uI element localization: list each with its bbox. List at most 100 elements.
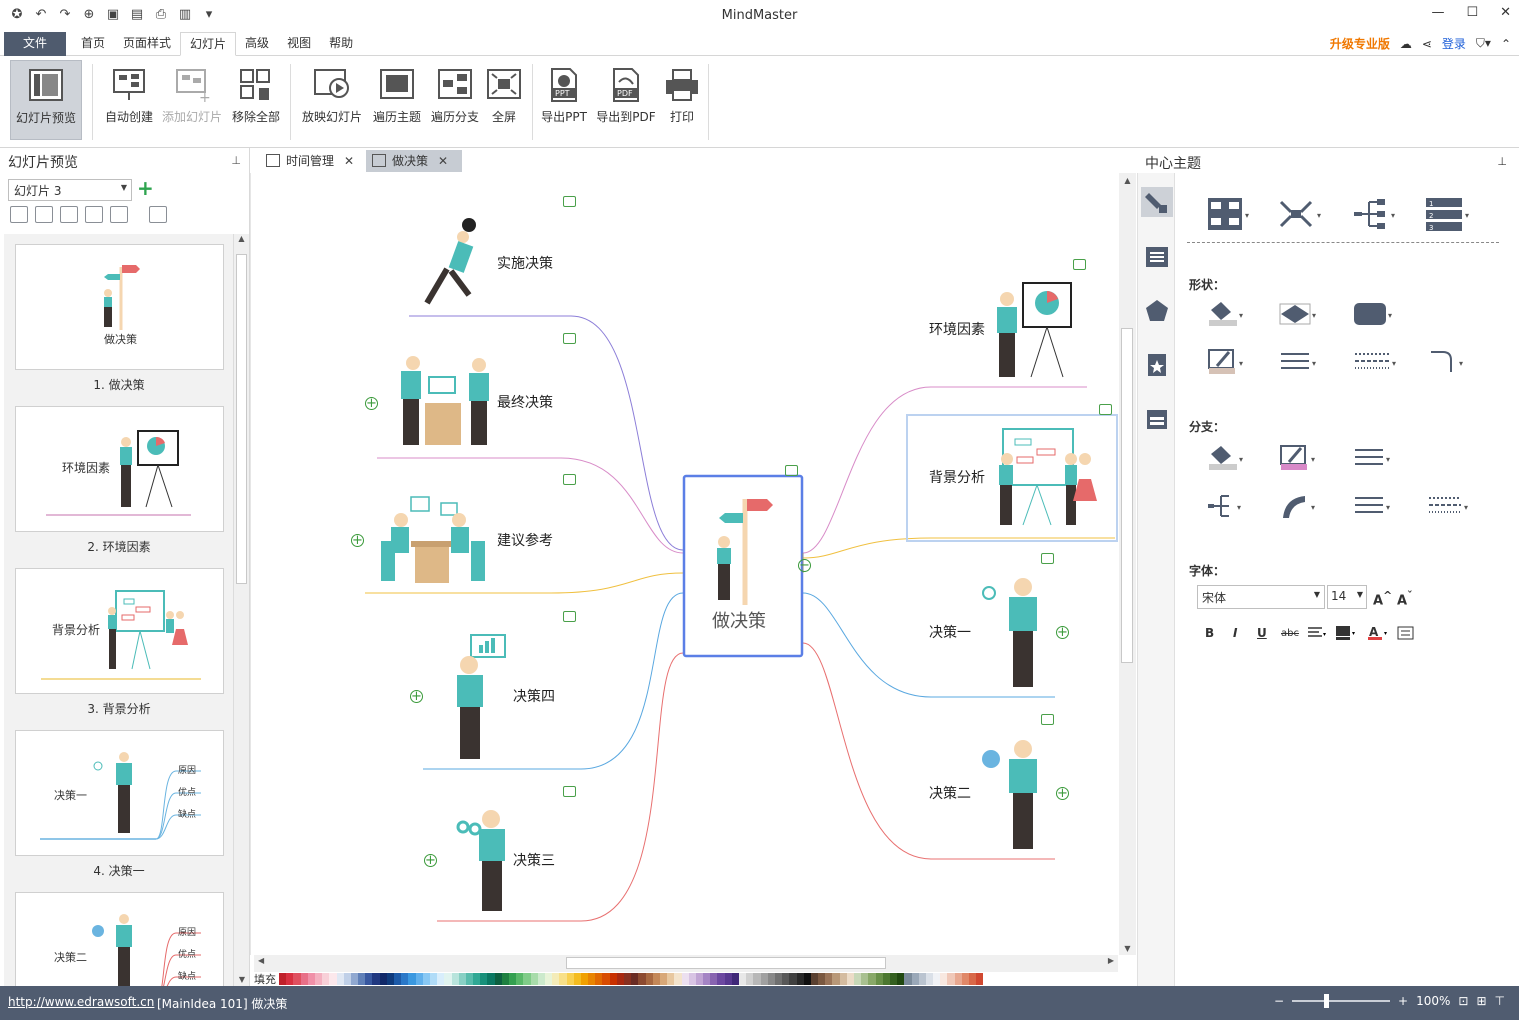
close-icon[interactable]: ✕ — [1500, 5, 1511, 20]
color-swatch[interactable] — [307, 973, 315, 985]
minimize-icon[interactable]: — — [1431, 5, 1444, 20]
slide-preview-button[interactable]: 幻灯片预览 — [10, 60, 82, 140]
color-swatch[interactable] — [602, 973, 610, 985]
scroll-down-icon[interactable]: ▼ — [234, 975, 250, 984]
branch-curve-icon[interactable]: ▾ — [1279, 492, 1319, 520]
scroll-right-icon[interactable]: ▶ — [1108, 956, 1114, 965]
clipart-icon[interactable] — [1145, 299, 1169, 323]
shape-rounded-rect-icon[interactable]: ▾ — [1353, 300, 1393, 328]
note-icon[interactable] — [1041, 553, 1054, 564]
expand-branch-icon[interactable]: + — [1056, 787, 1069, 800]
color-swatch[interactable] — [695, 973, 704, 985]
corner-style-icon[interactable]: ▾ — [1429, 348, 1469, 376]
font-family-select[interactable]: 宋体 ▼ — [1197, 585, 1325, 609]
slide-tool-2-icon[interactable] — [35, 206, 53, 223]
color-swatch[interactable] — [724, 973, 732, 985]
border-color-icon[interactable]: ▾ — [1207, 348, 1247, 376]
presentation-icon[interactable]: ⊤ — [1495, 994, 1505, 1008]
close-tab-icon[interactable]: ✕ — [438, 154, 448, 168]
color-swatch[interactable] — [372, 973, 380, 985]
color-swatch[interactable] — [350, 973, 359, 985]
font-shrink-icon[interactable]: Aˇ — [1397, 589, 1412, 608]
font-size-select[interactable]: 14 ▼ — [1327, 585, 1367, 609]
color-swatch[interactable] — [825, 973, 833, 985]
color-swatch[interactable] — [580, 973, 589, 985]
color-swatch[interactable] — [494, 973, 502, 985]
color-swatch[interactable] — [674, 973, 682, 985]
color-swatch[interactable] — [810, 973, 819, 985]
color-swatch[interactable] — [739, 973, 747, 985]
font-color-icon[interactable]: A ▾ — [1367, 625, 1391, 644]
calendar-icon[interactable] — [1145, 407, 1169, 431]
color-swatch[interactable] — [782, 973, 790, 985]
color-swatch[interactable] — [480, 973, 488, 985]
border-dash-icon[interactable]: ▾ — [1353, 348, 1396, 376]
branch-connector-icon[interactable]: ▾ — [1207, 492, 1247, 520]
color-swatch[interactable] — [394, 973, 402, 985]
add-slide-plus-button[interactable]: + — [137, 178, 154, 198]
tab-help[interactable]: 帮助 — [320, 32, 362, 56]
color-swatch[interactable] — [516, 973, 524, 985]
color-swatch[interactable] — [875, 973, 883, 985]
slide-selector[interactable]: 幻灯片 3 ▼ — [8, 179, 132, 201]
export-pdf-button[interactable]: PDF 导出到PDF — [594, 60, 658, 140]
scroll-up-icon[interactable]: ▲ — [234, 234, 249, 243]
color-swatch[interactable] — [889, 973, 898, 985]
color-swatch[interactable] — [796, 973, 804, 985]
color-swatch[interactable] — [566, 973, 574, 985]
note-icon[interactable] — [563, 786, 576, 797]
note-icon[interactable] — [563, 474, 576, 485]
font-grow-icon[interactable]: A^ — [1373, 589, 1392, 608]
topic-background[interactable]: 背景分析 — [929, 467, 985, 487]
expand-branch-icon[interactable]: + — [351, 534, 364, 547]
branch-line-color-icon[interactable]: ▾ — [1279, 444, 1319, 472]
scroll-up-icon[interactable]: ▲ — [1119, 176, 1136, 185]
color-swatch[interactable] — [688, 973, 696, 985]
color-swatch[interactable] — [774, 973, 783, 985]
expand-branch-icon[interactable]: + — [424, 854, 437, 867]
border-weight-icon[interactable]: ▾ — [1279, 348, 1319, 376]
color-swatch[interactable] — [940, 973, 948, 985]
auto-create-button[interactable]: 自动创建 — [100, 60, 158, 140]
thumbnail-scrollbar[interactable]: ▲ ▼ — [233, 234, 249, 986]
cloud-icon[interactable]: ☁ — [1400, 37, 1412, 51]
note-icon[interactable] — [563, 196, 576, 207]
zoom-out-icon[interactable]: − — [1274, 994, 1284, 1008]
scrollbar-thumb[interactable] — [236, 254, 247, 584]
numbering-icon[interactable]: 1 2 3 ▾ — [1425, 196, 1469, 232]
color-swatch[interactable] — [451, 973, 459, 985]
color-swatch[interactable] — [897, 973, 905, 985]
share-icon[interactable]: ⋖ — [1422, 37, 1432, 51]
color-swatch[interactable] — [444, 973, 452, 985]
color-swatch[interactable] — [969, 973, 977, 985]
strikethrough-button[interactable]: abc — [1281, 628, 1299, 639]
color-swatch[interactable] — [329, 973, 337, 985]
fit-page-icon[interactable]: ⊡ — [1458, 994, 1468, 1008]
pin-icon[interactable]: ⊥ — [231, 154, 241, 167]
file-menu-button[interactable]: 文件 — [4, 32, 66, 56]
collapse-ribbon-icon[interactable]: ⌃ — [1501, 37, 1511, 51]
color-swatch[interactable] — [925, 973, 934, 985]
color-swatch[interactable] — [501, 973, 509, 985]
color-swatch[interactable] — [954, 973, 962, 985]
color-swatch[interactable] — [760, 973, 768, 985]
tab-page-style[interactable]: 页面样式 — [114, 32, 180, 56]
color-swatch[interactable] — [523, 973, 531, 985]
note-icon[interactable] — [563, 611, 576, 622]
color-swatch[interactable] — [336, 973, 344, 985]
color-swatch[interactable] — [818, 973, 826, 985]
branch-arrow-icon[interactable]: ▾ — [1353, 492, 1393, 520]
color-swatch[interactable] — [386, 973, 394, 985]
color-swatch[interactable] — [437, 973, 445, 985]
canvas-vertical-scrollbar[interactable]: ▲ ▼ — [1119, 173, 1136, 955]
color-swatch[interactable] — [904, 973, 912, 985]
slide-settings-icon[interactable] — [149, 206, 167, 223]
color-swatch[interactable] — [458, 973, 466, 985]
color-swatch[interactable] — [530, 973, 538, 985]
color-swatch[interactable] — [487, 973, 495, 985]
color-swatch[interactable] — [911, 973, 919, 985]
scroll-left-icon[interactable]: ◀ — [258, 956, 264, 965]
color-swatch[interactable] — [293, 973, 301, 985]
slide-tool-1-icon[interactable] — [10, 206, 28, 223]
color-swatch[interactable] — [631, 973, 639, 985]
